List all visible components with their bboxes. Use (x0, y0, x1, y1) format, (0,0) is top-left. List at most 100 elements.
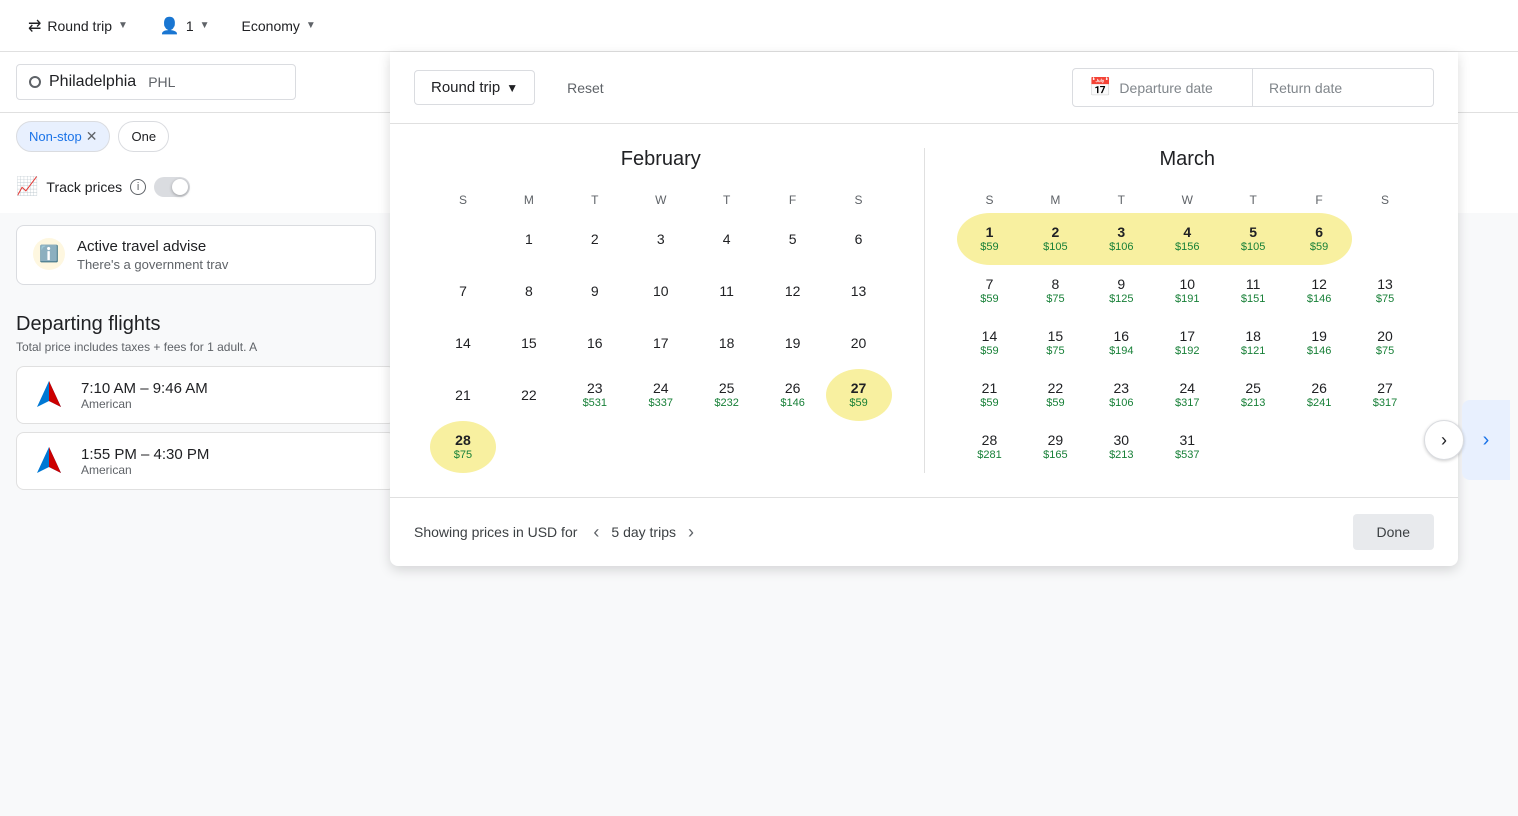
feb-day-cell[interactable]: 27$59 (826, 369, 892, 421)
mar-day-cell[interactable]: 28$281 (957, 421, 1023, 473)
mar-day-cell[interactable]: 17$192 (1154, 317, 1220, 369)
feb-day-cell[interactable]: 6 (826, 213, 892, 265)
mar-day-number: 28 (982, 432, 998, 449)
feb-day-cell[interactable]: 3 (628, 213, 694, 265)
feb-day-cell[interactable]: 11 (694, 265, 760, 317)
feb-day-cell[interactable]: 28$75 (430, 421, 496, 473)
mar-day-cell[interactable]: 19$146 (1286, 317, 1352, 369)
mar-day-cell[interactable]: 31$537 (1154, 421, 1220, 473)
return-date-field[interactable]: Return date (1253, 72, 1433, 104)
mar-day-cell[interactable]: 26$241 (1286, 369, 1352, 421)
mar-day-price: $121 (1241, 345, 1265, 358)
mar-day-number: 10 (1179, 276, 1195, 293)
feb-day-cell[interactable]: 5 (760, 213, 826, 265)
mar-day-number: 6 (1315, 224, 1323, 241)
round-trip-label: Round trip (47, 18, 112, 34)
mar-day-cell[interactable]: 5$105 (1220, 213, 1286, 265)
mar-day-cell[interactable]: 8$75 (1022, 265, 1088, 317)
track-prices-toggle[interactable] (154, 177, 190, 197)
feb-day-cell[interactable]: 16 (562, 317, 628, 369)
mar-day-cell[interactable]: 12$146 (1286, 265, 1352, 317)
mar-day-cell[interactable]: 21$59 (957, 369, 1023, 421)
track-prices-info[interactable]: i (130, 179, 146, 195)
mar-day-price: $146 (1307, 293, 1331, 306)
feb-day-cell[interactable]: 14 (430, 317, 496, 369)
feb-day-cell[interactable]: 2 (562, 213, 628, 265)
mar-day-cell[interactable]: 14$59 (957, 317, 1023, 369)
mar-day-cell[interactable]: 7$59 (957, 265, 1023, 317)
feb-day-cell[interactable]: 22 (496, 369, 562, 421)
mar-day-cell[interactable]: 9$125 (1088, 265, 1154, 317)
feb-day-cell[interactable]: 15 (496, 317, 562, 369)
mar-day-cell[interactable]: 2$105 (1022, 213, 1088, 265)
feb-day-number: 22 (521, 387, 537, 404)
advisory-title: Active travel advise (77, 238, 228, 255)
feb-day-cell[interactable]: 12 (760, 265, 826, 317)
done-button[interactable]: Done (1353, 514, 1434, 550)
mar-day-price: $59 (1046, 397, 1064, 410)
feb-day-number: 15 (521, 335, 537, 352)
origin-input[interactable]: Philadelphia PHL (16, 64, 296, 100)
feb-day-cell[interactable]: 20 (826, 317, 892, 369)
day-trips-label: 5 day trips (611, 524, 676, 540)
mar-day-cell[interactable]: 24$317 (1154, 369, 1220, 421)
person-icon: 👤 (160, 16, 180, 36)
feb-day-price: $337 (649, 397, 673, 410)
reset-button[interactable]: Reset (551, 72, 620, 104)
flight-card-1[interactable]: 7:10 AM – 9:46 AM American (16, 366, 396, 424)
feb-day-number: 27 (851, 380, 867, 397)
mar-day-cell[interactable]: 30$213 (1088, 421, 1154, 473)
mar-day-cell[interactable]: 4$156 (1154, 213, 1220, 265)
mar-day-cell[interactable]: 15$75 (1022, 317, 1088, 369)
feb-day-cell[interactable]: 18 (694, 317, 760, 369)
one-chip[interactable]: One (118, 121, 169, 152)
departure-date-field[interactable]: 📅 Departure date (1073, 69, 1253, 106)
feb-day-number: 23 (587, 380, 603, 397)
feb-day-cell[interactable]: 26$146 (760, 369, 826, 421)
flight-card-2[interactable]: 1:55 PM – 4:30 PM American (16, 432, 396, 490)
mar-day-number: 18 (1245, 328, 1261, 345)
round-trip-button[interactable]: ⇄ Round trip ▼ (16, 10, 140, 42)
passengers-button[interactable]: 👤 1 ▼ (148, 10, 222, 42)
feb-day-cell[interactable]: 13 (826, 265, 892, 317)
mar-day-cell[interactable]: 3$106 (1088, 213, 1154, 265)
feb-day-cell[interactable]: 1 (496, 213, 562, 265)
february-calendar: February SMTWTFS123456789101112131415161… (430, 148, 892, 473)
feb-day-cell[interactable]: 25$232 (694, 369, 760, 421)
mar-day-cell[interactable]: 6$59 (1286, 213, 1352, 265)
feb-day-cell[interactable]: 8 (496, 265, 562, 317)
mar-day-cell[interactable]: 25$213 (1220, 369, 1286, 421)
day-trip-prev-button[interactable]: ‹ (585, 518, 607, 547)
feb-day-cell[interactable]: 9 (562, 265, 628, 317)
mar-day-cell[interactable]: 16$194 (1088, 317, 1154, 369)
feb-day-cell[interactable]: 4 (694, 213, 760, 265)
mar-day-cell[interactable]: 20$75 (1352, 317, 1418, 369)
feb-day-cell[interactable]: 7 (430, 265, 496, 317)
feb-day-cell (430, 213, 496, 265)
mar-day-cell[interactable]: 1$59 (957, 213, 1023, 265)
mar-day-cell[interactable]: 10$191 (1154, 265, 1220, 317)
swap-icon: ⇄ (28, 16, 41, 36)
mar-day-cell[interactable]: 23$106 (1088, 369, 1154, 421)
next-button[interactable]: › (1424, 420, 1464, 460)
feb-day-cell[interactable]: 23$531 (562, 369, 628, 421)
date-inputs: 📅 Departure date Return date (1072, 68, 1434, 107)
feb-day-cell[interactable]: 21 (430, 369, 496, 421)
next-month-strip[interactable]: › (1462, 400, 1510, 480)
mar-day-cell[interactable]: 27$317 (1352, 369, 1418, 421)
mar-day-cell[interactable]: 13$75 (1352, 265, 1418, 317)
day-trip-next-button[interactable]: › (680, 518, 702, 547)
calendar-trip-type-button[interactable]: Round trip ▼ (414, 70, 535, 105)
feb-day-cell[interactable]: 10 (628, 265, 694, 317)
mar-day-cell[interactable]: 11$151 (1220, 265, 1286, 317)
feb-day-cell[interactable]: 19 (760, 317, 826, 369)
cabin-class-button[interactable]: Economy ▼ (230, 12, 328, 40)
non-stop-remove[interactable]: ✕ (86, 128, 98, 145)
mar-day-cell[interactable]: 22$59 (1022, 369, 1088, 421)
feb-day-cell[interactable]: 24$337 (628, 369, 694, 421)
mar-day-cell[interactable]: 18$121 (1220, 317, 1286, 369)
feb-day-cell[interactable]: 17 (628, 317, 694, 369)
calendar-body: February SMTWTFS123456789101112131415161… (390, 124, 1458, 497)
non-stop-chip[interactable]: Non-stop ✕ (16, 121, 110, 152)
mar-day-cell[interactable]: 29$165 (1022, 421, 1088, 473)
